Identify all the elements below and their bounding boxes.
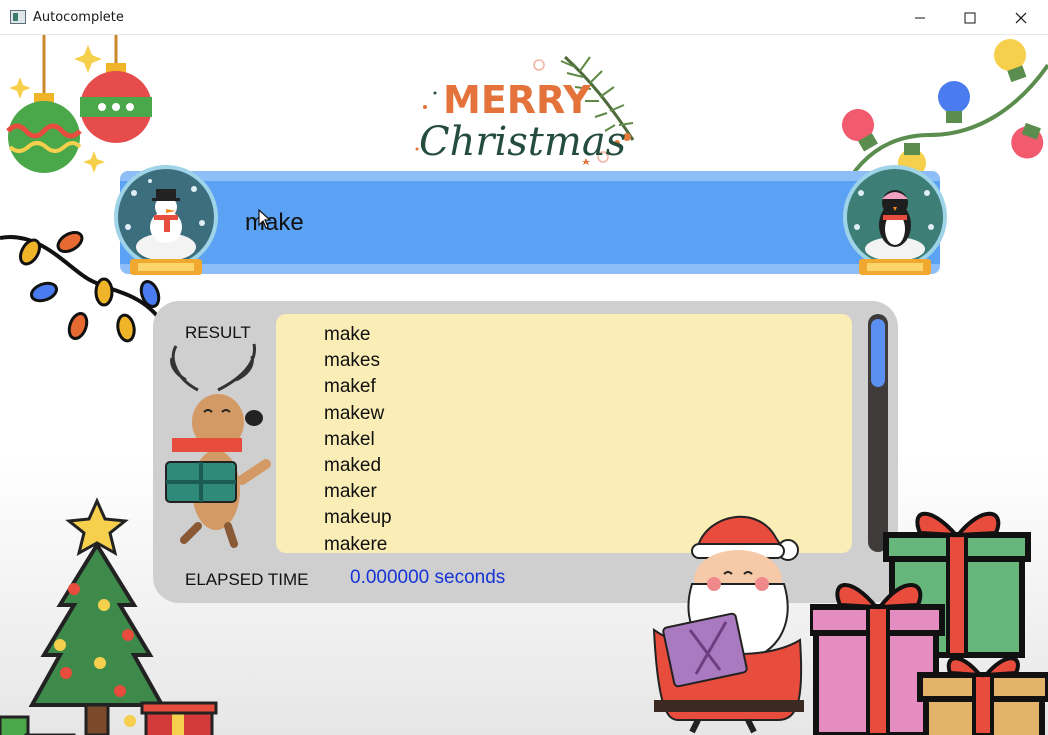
window-title: Autocomplete [33,10,124,25]
app-icon [10,10,26,24]
maximize-icon [964,12,976,23]
close-icon [1015,12,1027,23]
scrollbar-thumb[interactable] [871,319,885,387]
gift-boxes-icon [810,511,1048,735]
list-item[interactable]: maker [324,480,392,506]
merry-christmas-logo: MERRY Christmas [415,55,635,165]
banner-merry: MERRY [443,78,591,122]
app-canvas: MERRY Christmas make RESULT make makes m… [0,35,1048,735]
snowman-globe-icon [114,165,218,275]
list-item[interactable]: maked [324,454,392,480]
minimize-icon [915,17,925,18]
mouse-cursor-icon [258,209,272,229]
list-item[interactable]: makere [324,533,392,554]
list-item[interactable]: make [324,323,392,349]
minimize-button[interactable] [897,0,943,35]
penguin-globe-icon [843,165,947,275]
maximize-button[interactable] [947,0,993,35]
christmas-tree-icon [0,497,218,735]
list-item[interactable]: makeup [324,506,392,532]
search-input[interactable] [245,203,805,243]
title-bar: Autocomplete [0,0,1048,35]
close-button[interactable] [998,0,1044,35]
santa-icon [652,515,804,734]
banner-christmas: Christmas [419,119,626,165]
list-item[interactable]: makes [324,349,392,375]
elapsed-time-value: 0.000000 seconds [350,567,506,588]
list-item[interactable]: makel [324,428,392,454]
list-item[interactable]: makef [324,375,392,401]
list-item[interactable]: makew [324,402,392,428]
